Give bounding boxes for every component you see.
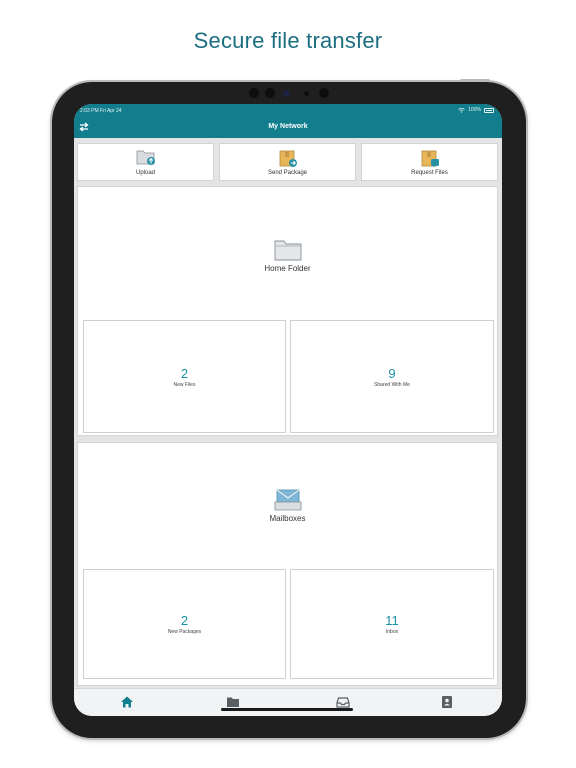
home-folder-label: Home Folder <box>264 264 311 273</box>
folder-icon <box>274 240 301 261</box>
send-package-button[interactable]: Send Package <box>219 143 356 181</box>
status-time: 2:03 PM Fri Apr 24 <box>80 108 122 114</box>
status-right: 100% <box>458 107 494 113</box>
request-files-label: Request Files <box>411 170 448 176</box>
inbox-count: 11 <box>385 613 399 628</box>
sensor <box>249 88 259 98</box>
status-bar: 2:03 PM Fri Apr 24 100% <box>74 104 502 118</box>
home-icon[interactable] <box>120 695 134 709</box>
mailboxes-button[interactable]: Mailboxes <box>78 487 497 523</box>
new-packages-count: 2 <box>180 613 189 628</box>
upload-label: Upload <box>135 170 155 176</box>
mailbox-icon <box>274 489 301 511</box>
package-request-icon <box>421 150 439 167</box>
package-send-icon <box>279 150 297 167</box>
send-package-label: Send Package <box>267 170 308 176</box>
shared-with-me-label: Shared With Me <box>374 382 410 388</box>
new-packages-tile[interactable]: 2 New Packages <box>83 569 286 679</box>
inbox-icon[interactable] <box>336 695 350 709</box>
mailboxes-section: Mailboxes 2 New Packages 11 Inbox <box>77 442 498 686</box>
home-folder-section: Home Folder 2 New Files 9 Shared With Me <box>77 186 498 436</box>
folder-icon[interactable] <box>226 695 240 709</box>
inbox-tile[interactable]: 11 Inbox <box>290 569 494 679</box>
new-files-label: New Files <box>173 382 196 388</box>
home-folder-button[interactable]: Home Folder <box>78 239 497 273</box>
sensor <box>265 88 275 98</box>
wifi-icon <box>458 107 465 113</box>
folder-upload-icon <box>136 150 155 165</box>
battery-icon <box>484 107 494 113</box>
new-files-tile[interactable]: 2 New Files <box>83 320 286 433</box>
tab-bar <box>74 688 502 716</box>
new-packages-label: New Packages <box>167 629 202 635</box>
app-screen: 2:03 PM Fri Apr 24 100% My Network Uploa <box>74 104 502 716</box>
mailboxes-label: Mailboxes <box>269 514 306 523</box>
shared-with-me-count: 9 <box>388 366 396 381</box>
home-indicator <box>221 708 353 711</box>
new-files-count: 2 <box>180 366 189 381</box>
request-files-button[interactable]: Request Files <box>361 143 498 181</box>
nav-bar: My Network <box>74 118 502 138</box>
inbox-label: Inbox <box>385 629 399 635</box>
front-camera <box>283 90 290 97</box>
battery-percent: 100% <box>468 107 481 113</box>
sensor <box>304 91 309 96</box>
upload-button[interactable]: Upload <box>77 143 214 181</box>
shared-with-me-tile[interactable]: 9 Shared With Me <box>290 320 494 433</box>
marketing-headline: Secure file transfer <box>193 28 383 53</box>
sensor <box>319 88 329 98</box>
contacts-icon[interactable] <box>440 695 454 709</box>
nav-title: My Network <box>268 123 308 130</box>
action-bar: Upload Send Package Request Files <box>77 143 498 181</box>
